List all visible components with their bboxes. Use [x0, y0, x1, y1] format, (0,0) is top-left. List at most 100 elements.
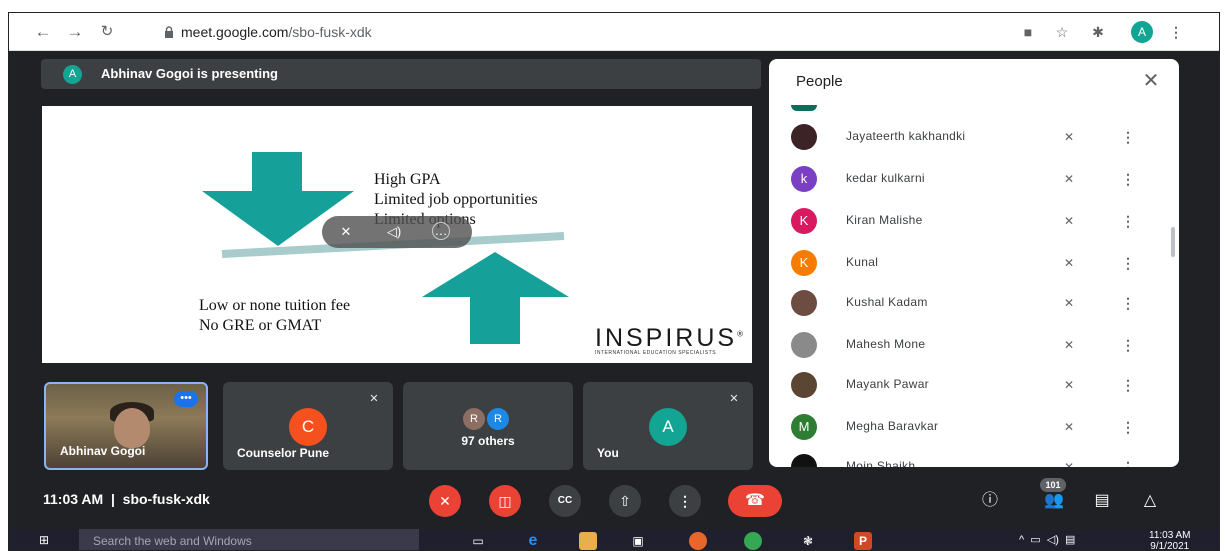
address-bar[interactable]: meet.google.com/sbo-fusk-xdk: [181, 24, 372, 40]
participant-avatar: A: [649, 408, 687, 446]
meeting-time: 11:03 AM | sbo-fusk-xdk: [43, 491, 210, 507]
list-item[interactable]: M Megha Baravkar ✕ ⋮: [769, 407, 1169, 447]
list-item[interactable]: Mayank Pawar ✕ ⋮: [769, 365, 1169, 405]
mic-off-icon[interactable]: ✕: [1059, 127, 1079, 147]
clock-date: 9/1/2021: [1150, 541, 1190, 551]
slide-line: High GPA: [374, 171, 441, 188]
brand-name: INSPIRUS: [595, 324, 738, 352]
mic-off-icon: ✕: [369, 393, 379, 405]
info-icon[interactable]: ⓘ: [979, 490, 1001, 512]
avatar: k: [791, 166, 817, 192]
person-name: Kiran Malishe: [846, 213, 923, 227]
avatar: K: [791, 208, 817, 234]
list-item[interactable]: Mahesh Mone ✕ ⋮: [769, 325, 1169, 365]
mic-off-icon[interactable]: ✕: [1059, 335, 1079, 355]
avatar: K: [791, 250, 817, 276]
reload-icon[interactable]: ↻: [97, 22, 117, 42]
list-item[interactable]: K Kiran Malishe ✕ ⋮: [769, 201, 1169, 241]
more-vert-icon[interactable]: ⋮: [1121, 211, 1135, 231]
clock-text: 11:03 AM: [43, 491, 104, 507]
more-vert-icon[interactable]: ⋮: [1121, 169, 1135, 189]
activities-icon[interactable]: △: [1139, 490, 1161, 512]
forward-icon[interactable]: →: [65, 22, 85, 42]
list-item[interactable]: K Kunal ✕ ⋮: [769, 243, 1169, 283]
participant-tile-counselor[interactable]: ✕ C Counselor Pune: [223, 382, 393, 470]
more-vert-icon[interactable]: ⋮: [1121, 253, 1135, 273]
edge-icon[interactable]: e: [524, 532, 542, 550]
present-button[interactable]: ⇧: [609, 485, 641, 517]
file-explorer-icon[interactable]: [579, 532, 597, 550]
list-item[interactable]: Moin Shaikh ✕ ⋮: [769, 447, 1169, 467]
mic-off-icon[interactable]: ✕: [1059, 169, 1079, 189]
panel-title: People: [796, 73, 843, 90]
list-item[interactable]: Jayateerth kakhandki ✕ ⋮: [769, 117, 1169, 157]
brand-logo: INSPIRUS®: [595, 324, 746, 353]
mic-off-icon[interactable]: ✕: [1059, 417, 1079, 437]
more-vert-icon[interactable]: ⋮: [1121, 335, 1135, 355]
mic-off-icon[interactable]: ✕: [1059, 457, 1079, 467]
more-vert-icon[interactable]: ⋮: [1121, 375, 1135, 395]
store-icon[interactable]: ▣: [629, 532, 647, 550]
screen: ← → ↻ meet.google.com/sbo-fusk-xdk ■ ☆ ✱…: [8, 12, 1220, 551]
more-options-icon[interactable]: …: [432, 222, 450, 240]
mic-off-button[interactable]: ✕: [429, 485, 461, 517]
back-icon[interactable]: ←: [33, 22, 53, 42]
presentation-overlay-controls: ✕ ◁) …: [322, 216, 472, 248]
presenting-banner: A Abhinav Gogoi is presenting: [41, 59, 761, 89]
mic-off-icon[interactable]: ✕: [1059, 375, 1079, 395]
scrollbar[interactable]: [1171, 227, 1175, 257]
person-name: Moin Shaikh: [846, 459, 916, 467]
slide-bottom-text: Low or none tuition fee No GRE or GMAT: [199, 296, 350, 336]
extensions-icon[interactable]: ✱: [1089, 23, 1107, 41]
app-icon[interactable]: ❃: [799, 532, 817, 550]
chrome-icon[interactable]: [744, 532, 762, 550]
participant-tile-presenter[interactable]: ••• Abhinav Gogoi: [44, 382, 208, 470]
firefox-icon[interactable]: [689, 532, 707, 550]
more-vert-icon[interactable]: ⋮: [1121, 293, 1135, 313]
pin-off-icon[interactable]: ✕: [336, 222, 356, 242]
taskbar-clock[interactable]: 11:03 AM 9/1/2021: [1149, 530, 1191, 551]
more-vert-icon[interactable]: ⋮: [1121, 127, 1135, 147]
taskbar-search[interactable]: Search the web and Windows: [79, 529, 419, 550]
chat-icon[interactable]: ▤: [1091, 490, 1113, 512]
mic-off-icon[interactable]: ✕: [1059, 293, 1079, 313]
lock-icon: [165, 26, 173, 38]
participant-name: Counselor Pune: [237, 446, 330, 460]
more-options-icon[interactable]: •••: [174, 391, 198, 407]
others-count: 97 others: [461, 434, 515, 448]
avatar: [791, 290, 817, 316]
mic-off-icon[interactable]: ✕: [1059, 253, 1079, 273]
person-name: Jayateerth kakhandki: [846, 129, 966, 143]
star-icon[interactable]: ☆: [1053, 23, 1071, 41]
presenting-text: Abhinav Gogoi is presenting: [101, 66, 278, 81]
close-icon[interactable]: ✕: [1139, 69, 1163, 93]
slide-line: Low or none tuition fee: [199, 297, 351, 314]
participant-tile-others[interactable]: R R 97 others: [403, 382, 573, 470]
people-icon[interactable]: 👥: [1043, 490, 1065, 512]
participant-tile-self[interactable]: ✕ A You: [583, 382, 753, 470]
url-host: meet.google.com: [181, 24, 289, 40]
presenter-avatar: A: [63, 65, 82, 84]
volume-icon[interactable]: ◁): [384, 222, 404, 242]
task-view-icon[interactable]: ▭: [469, 532, 487, 550]
list-item[interactable]: Kushal Kadam ✕ ⋮: [769, 283, 1169, 323]
powerpoint-icon[interactable]: P: [854, 532, 872, 550]
list-item[interactable]: k kedar kulkarni ✕ ⋮: [769, 159, 1169, 199]
camera-off-button[interactable]: ◫: [489, 485, 521, 517]
menu-icon[interactable]: ⋮: [1167, 23, 1185, 41]
more-vert-icon[interactable]: ⋮: [1121, 417, 1135, 437]
separator: |: [110, 491, 115, 507]
more-vert-icon[interactable]: ⋮: [1121, 457, 1135, 467]
windows-start-icon[interactable]: ⊞: [39, 533, 53, 547]
captions-button[interactable]: CC: [549, 485, 581, 517]
mic-off-icon: ✕: [729, 393, 739, 405]
profile-avatar[interactable]: A: [1131, 21, 1153, 43]
mic-off-icon[interactable]: ✕: [1059, 211, 1079, 231]
camera-icon[interactable]: ■: [1019, 23, 1037, 41]
leave-call-button[interactable]: ☎: [728, 485, 782, 517]
system-tray-icons[interactable]: ^ ▭ ◁) ▤: [1019, 533, 1075, 546]
participant-name: Abhinav Gogoi: [60, 444, 146, 458]
meeting-code: sbo-fusk-xdk: [122, 491, 210, 507]
avatar: M: [791, 414, 817, 440]
more-options-button[interactable]: ⋮: [669, 485, 701, 517]
